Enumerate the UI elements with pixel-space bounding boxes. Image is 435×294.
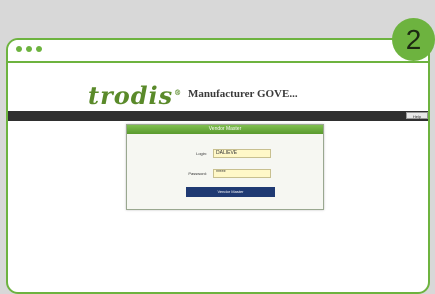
- submit-button[interactable]: Vendor Master: [186, 187, 275, 197]
- password-input[interactable]: *****: [213, 169, 271, 178]
- panel-header: Vendor Master: [127, 125, 323, 134]
- password-label: Password:: [188, 171, 207, 176]
- login-row: Login: DALIEVE: [127, 149, 323, 159]
- registered-mark: ®: [174, 88, 183, 97]
- page-title: Manufacturer GOVE...: [188, 88, 298, 100]
- login-input[interactable]: DALIEVE: [213, 149, 271, 158]
- step-number-badge: 2: [392, 18, 435, 61]
- logo-text: trodis: [88, 81, 174, 110]
- page-header: trodis® Manufacturer GOVE...: [8, 63, 428, 111]
- help-button[interactable]: Help: [406, 112, 428, 119]
- window-dot-icon: [16, 46, 22, 52]
- window-dot-icon: [36, 46, 42, 52]
- window-dot-icon: [26, 46, 32, 52]
- login-label: Login:: [196, 151, 207, 156]
- brand-logo[interactable]: trodis®: [88, 81, 182, 110]
- password-row: Password: *****: [127, 169, 323, 179]
- browser-window: trodis® Manufacturer GOVE... Help Vendor…: [6, 38, 430, 294]
- window-title-bar: [8, 40, 428, 63]
- login-panel: Vendor Master Login: DALIEVE Password: *…: [126, 124, 324, 210]
- navigation-bar: Help: [8, 111, 428, 121]
